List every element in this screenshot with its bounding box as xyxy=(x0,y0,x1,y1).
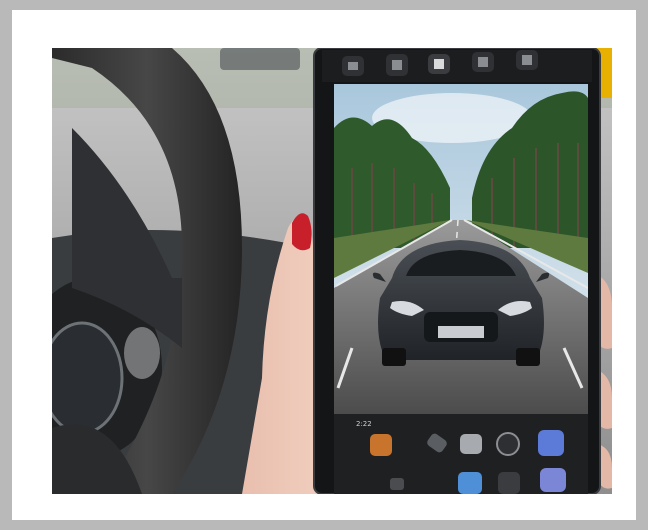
gauge-highlight xyxy=(124,327,160,379)
app-icon-orange[interactable] xyxy=(370,434,392,456)
app-icon-silver[interactable] xyxy=(460,434,482,454)
app-icon-small[interactable] xyxy=(390,478,404,490)
background-car xyxy=(220,48,300,70)
photo-scene: 2:22 xyxy=(52,48,612,494)
fingernail xyxy=(292,213,312,251)
camera-icon[interactable] xyxy=(496,432,520,456)
phone-dock: 2:22 xyxy=(334,414,588,494)
app-icon-purple[interactable] xyxy=(540,468,566,492)
status-label: 2:22 xyxy=(356,420,372,428)
scene-svg: 2:22 xyxy=(52,48,612,494)
phone-top-bar xyxy=(322,50,592,82)
picture-frame: 2:22 xyxy=(12,10,636,520)
gauge xyxy=(52,321,124,435)
app-icon-blue-2[interactable] xyxy=(458,472,482,494)
phone-screen-photo xyxy=(334,84,588,414)
app-icon-grey[interactable] xyxy=(498,472,520,494)
app-icon-blue[interactable] xyxy=(538,430,564,456)
